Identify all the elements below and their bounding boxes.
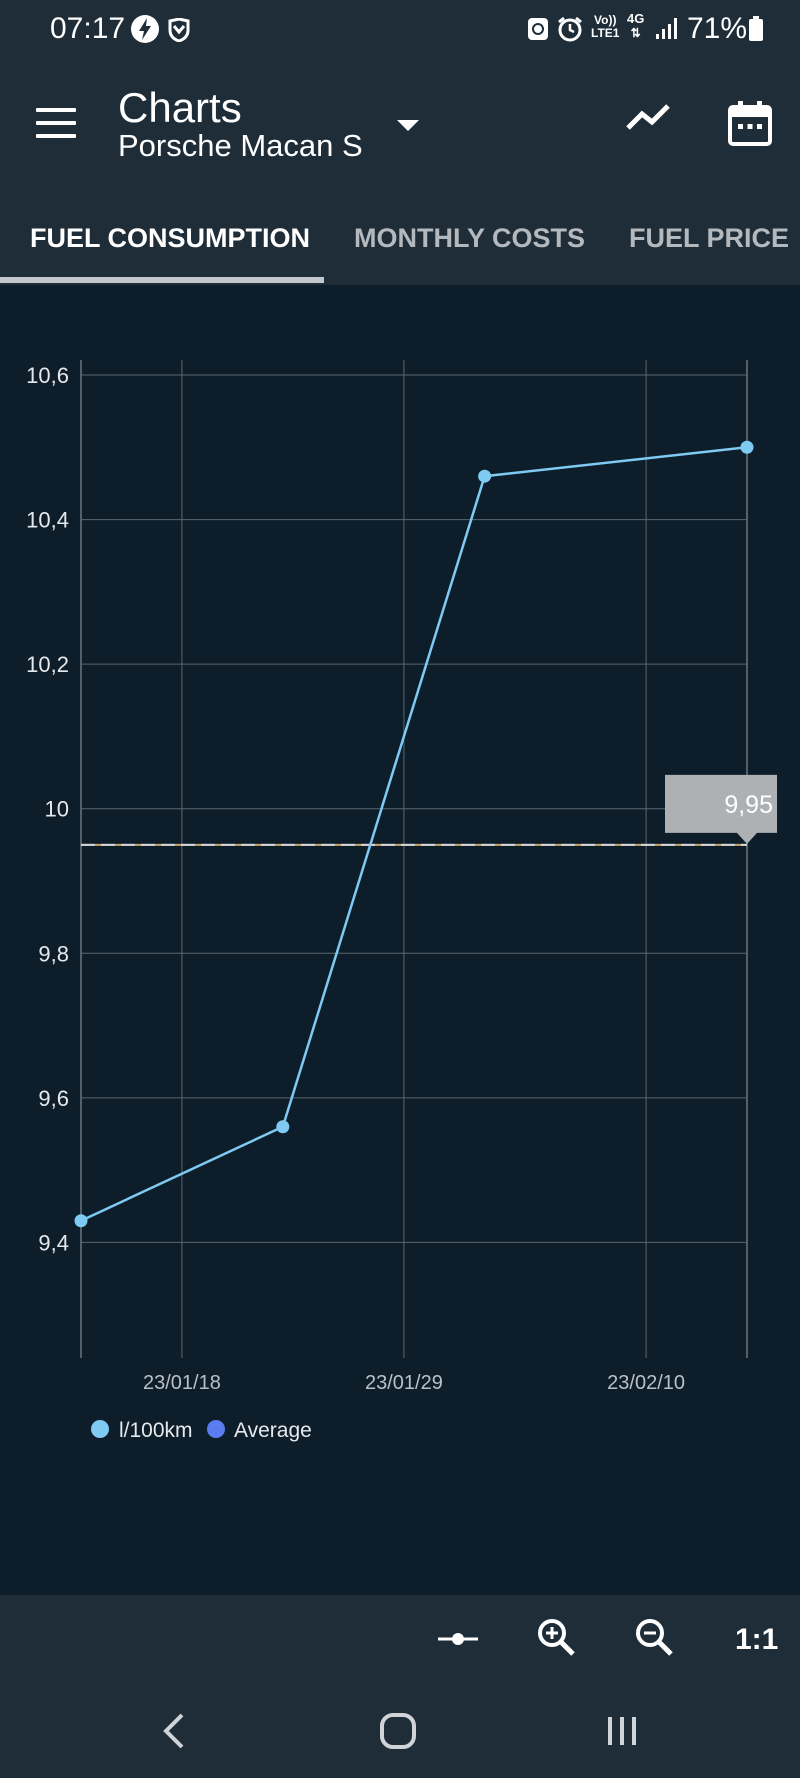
legend-marker-series [91, 1420, 109, 1438]
chart-area[interactable]: 10,6 10,4 10,2 10 9,8 9,6 9,4 23/01/18 23/01/29… [0, 285, 800, 1595]
volte-icon: Vo)) LTE1 [591, 14, 619, 40]
average-tooltip-label: 9,95 [724, 791, 773, 819]
y-tick-label: 9,4 [38, 1230, 69, 1255]
series-line [80, 446, 748, 1222]
y-tick-label: 10,6 [26, 363, 69, 388]
status-time: 07:17 [50, 12, 126, 45]
signal-icon [655, 16, 681, 45]
battery-icon [748, 16, 764, 47]
alarm-icon [556, 15, 584, 48]
shield-icon [168, 17, 190, 47]
ratio-button[interactable]: 1:1 [735, 1623, 778, 1657]
recents-icon[interactable] [606, 1713, 640, 1754]
battery-percent: 71% [687, 12, 748, 45]
y-tick-label: 10 [45, 797, 69, 822]
x-tick-label: 23/01/18 [143, 1372, 221, 1394]
tab-fuel-consumption[interactable]: FUEL CONSUMPTION [30, 223, 310, 254]
tab-fuel-price[interactable]: FUEL PRICE [629, 223, 789, 254]
back-icon[interactable] [160, 1711, 188, 1756]
tab-monthly-costs[interactable]: MONTHLY COSTS [354, 223, 585, 254]
vehicle-name[interactable]: Porsche Macan S [118, 128, 363, 164]
data-point [478, 469, 492, 483]
y-tick-label: 9,6 [38, 1086, 69, 1111]
y-tick-label: 10,4 [26, 508, 69, 533]
legend-label-average: Average [234, 1419, 312, 1442]
tab-indicator [0, 277, 324, 283]
y-tick-label: 10,2 [26, 652, 69, 677]
calendar-icon[interactable] [726, 100, 774, 148]
y-tick-label: 9,8 [38, 941, 69, 966]
data-point [74, 1214, 88, 1228]
signal-type-label: 4G [627, 11, 645, 26]
home-icon[interactable] [378, 1711, 418, 1756]
signal-type-icon: 4G ⇅ [627, 11, 645, 41]
fuel-consumption-chart[interactable]: 10,6 10,4 10,2 10 9,8 9,6 9,4 23/01/18 23/01/29… [0, 285, 800, 1595]
trend-icon[interactable] [624, 98, 674, 138]
x-tick-label: 23/01/29 [365, 1372, 443, 1394]
page-title: Charts [118, 84, 242, 131]
data-point [276, 1120, 290, 1134]
zoom-out-icon[interactable] [634, 1617, 674, 1662]
x-tick-label: 23/02/10 [607, 1372, 685, 1394]
zoom-in-icon[interactable] [536, 1617, 576, 1662]
legend-marker-average [207, 1420, 225, 1438]
status-bar: 07:17 Vo)) LTE1 4G ⇅ 71% [0, 0, 800, 60]
lte-label: LTE1 [591, 26, 620, 40]
zoom-reset-icon[interactable] [436, 1629, 480, 1654]
app-bar: Charts Porsche Macan S [0, 60, 800, 185]
dropdown-arrow-icon[interactable] [395, 118, 421, 134]
recycle-icon [526, 16, 550, 47]
bolt-icon [130, 14, 160, 49]
bottom-bar: 1:1 [0, 1595, 800, 1778]
legend-label-series: l/100km [119, 1419, 193, 1442]
data-point [740, 440, 754, 454]
tab-bar: FUEL CONSUMPTION MONTHLY COSTS FUEL PRIC… [0, 185, 800, 285]
menu-icon[interactable] [36, 108, 78, 140]
